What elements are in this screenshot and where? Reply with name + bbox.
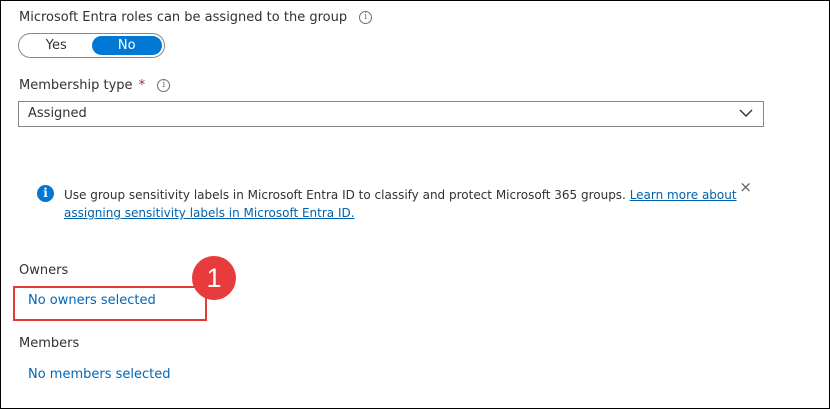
toggle-option-yes[interactable]: Yes <box>21 36 92 55</box>
owners-label: Owners <box>19 263 69 278</box>
chevron-down-icon <box>739 109 753 117</box>
roles-assignable-toggle[interactable]: Yes No <box>18 33 165 58</box>
no-members-selected-link[interactable]: No members selected <box>28 367 171 382</box>
membership-type-dropdown[interactable]: Assigned <box>18 101 764 127</box>
no-owners-selected-link[interactable]: No owners selected <box>28 293 156 308</box>
sensitivity-info-banner: i Use group sensitivity labels in Micros… <box>29 170 767 226</box>
banner-text: Use group sensitivity labels in Microsof… <box>64 188 630 202</box>
roles-field-label-row: Microsoft Entra roles can be assigned to… <box>19 10 373 25</box>
members-label: Members <box>19 336 80 351</box>
membership-type-label-row: Membership type * i <box>19 78 171 93</box>
info-circle-icon[interactable]: i <box>157 79 171 92</box>
close-icon[interactable]: × <box>739 178 752 196</box>
required-marker: * <box>138 78 146 93</box>
info-filled-icon: i <box>37 185 54 202</box>
panel-frame: Microsoft Entra roles can be assigned to… <box>0 0 830 409</box>
membership-type-value: Assigned <box>28 106 87 121</box>
banner-message: Use group sensitivity labels in Microsof… <box>64 186 739 222</box>
info-circle-icon[interactable]: i <box>359 11 373 24</box>
membership-type-label: Membership type <box>19 78 133 93</box>
toggle-option-no[interactable]: No <box>91 36 162 55</box>
step-badge: 1 <box>192 256 236 300</box>
roles-field-label: Microsoft Entra roles can be assigned to… <box>19 10 348 25</box>
